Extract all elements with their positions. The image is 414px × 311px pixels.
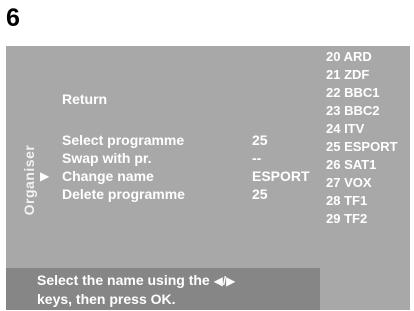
programme-list-panel: 20 ARD 21 ZDF 22 BBC1 23 BBC2 24 ITV 25 … — [320, 46, 410, 310]
menu-item-value: ESPORT — [252, 168, 310, 184]
menu-item-value: 25 — [252, 132, 268, 148]
list-item[interactable]: 24 ITV — [326, 120, 364, 138]
menu-item-return[interactable]: Return — [62, 90, 312, 108]
list-item[interactable]: 23 BBC2 — [326, 102, 379, 120]
menu-item-label: Select programme — [62, 132, 185, 148]
list-item[interactable]: 20 ARD — [326, 48, 372, 66]
menu-item-value: -- — [252, 150, 262, 166]
hint-line2: keys, then press OK. — [37, 291, 176, 307]
hint-text: Select the name using the ◀/▶ keys, then… — [37, 271, 317, 308]
hint-line1: Select the name using the — [37, 272, 214, 288]
menu-item-value: 25 — [252, 186, 268, 202]
side-label-organiser: Organiser — [21, 144, 37, 216]
menu-item-label: Return — [62, 91, 108, 107]
list-item[interactable]: 29 TF2 — [326, 210, 367, 228]
list-item[interactable]: 26 SAT1 — [326, 156, 376, 174]
organiser-menu-panel: Organiser Return Select programme 25 Swa… — [6, 46, 320, 268]
menu-item-label: Delete programme — [62, 186, 185, 202]
hint-panel: Select the name using the ◀/▶ keys, then… — [6, 268, 320, 310]
menu-item-label: Change name — [62, 168, 154, 184]
right-triangle-icon: ▶ — [40, 169, 50, 183]
menu-item-delete-programme[interactable]: Delete programme 25 — [62, 185, 312, 203]
menu-item-swap-with[interactable]: Swap with pr. -- — [62, 149, 312, 167]
menu-item-select-programme[interactable]: Select programme 25 — [62, 131, 312, 149]
menu-item-label: Swap with pr. — [62, 150, 152, 166]
menu-item-change-name[interactable]: ▶ Change name ESPORT — [40, 167, 312, 185]
tv-menu-screen: 6 Organiser Return Select programme 25 S… — [0, 0, 414, 311]
list-item[interactable]: 25 ESPORT — [326, 138, 398, 156]
step-number: 6 — [6, 4, 20, 32]
list-item[interactable]: 22 BBC1 — [326, 84, 379, 102]
left-right-arrows-icon: ◀/▶ — [213, 274, 236, 288]
list-item[interactable]: 27 VOX — [326, 174, 372, 192]
list-item[interactable]: 21 ZDF — [326, 66, 369, 84]
list-item[interactable]: 28 TF1 — [326, 192, 367, 210]
